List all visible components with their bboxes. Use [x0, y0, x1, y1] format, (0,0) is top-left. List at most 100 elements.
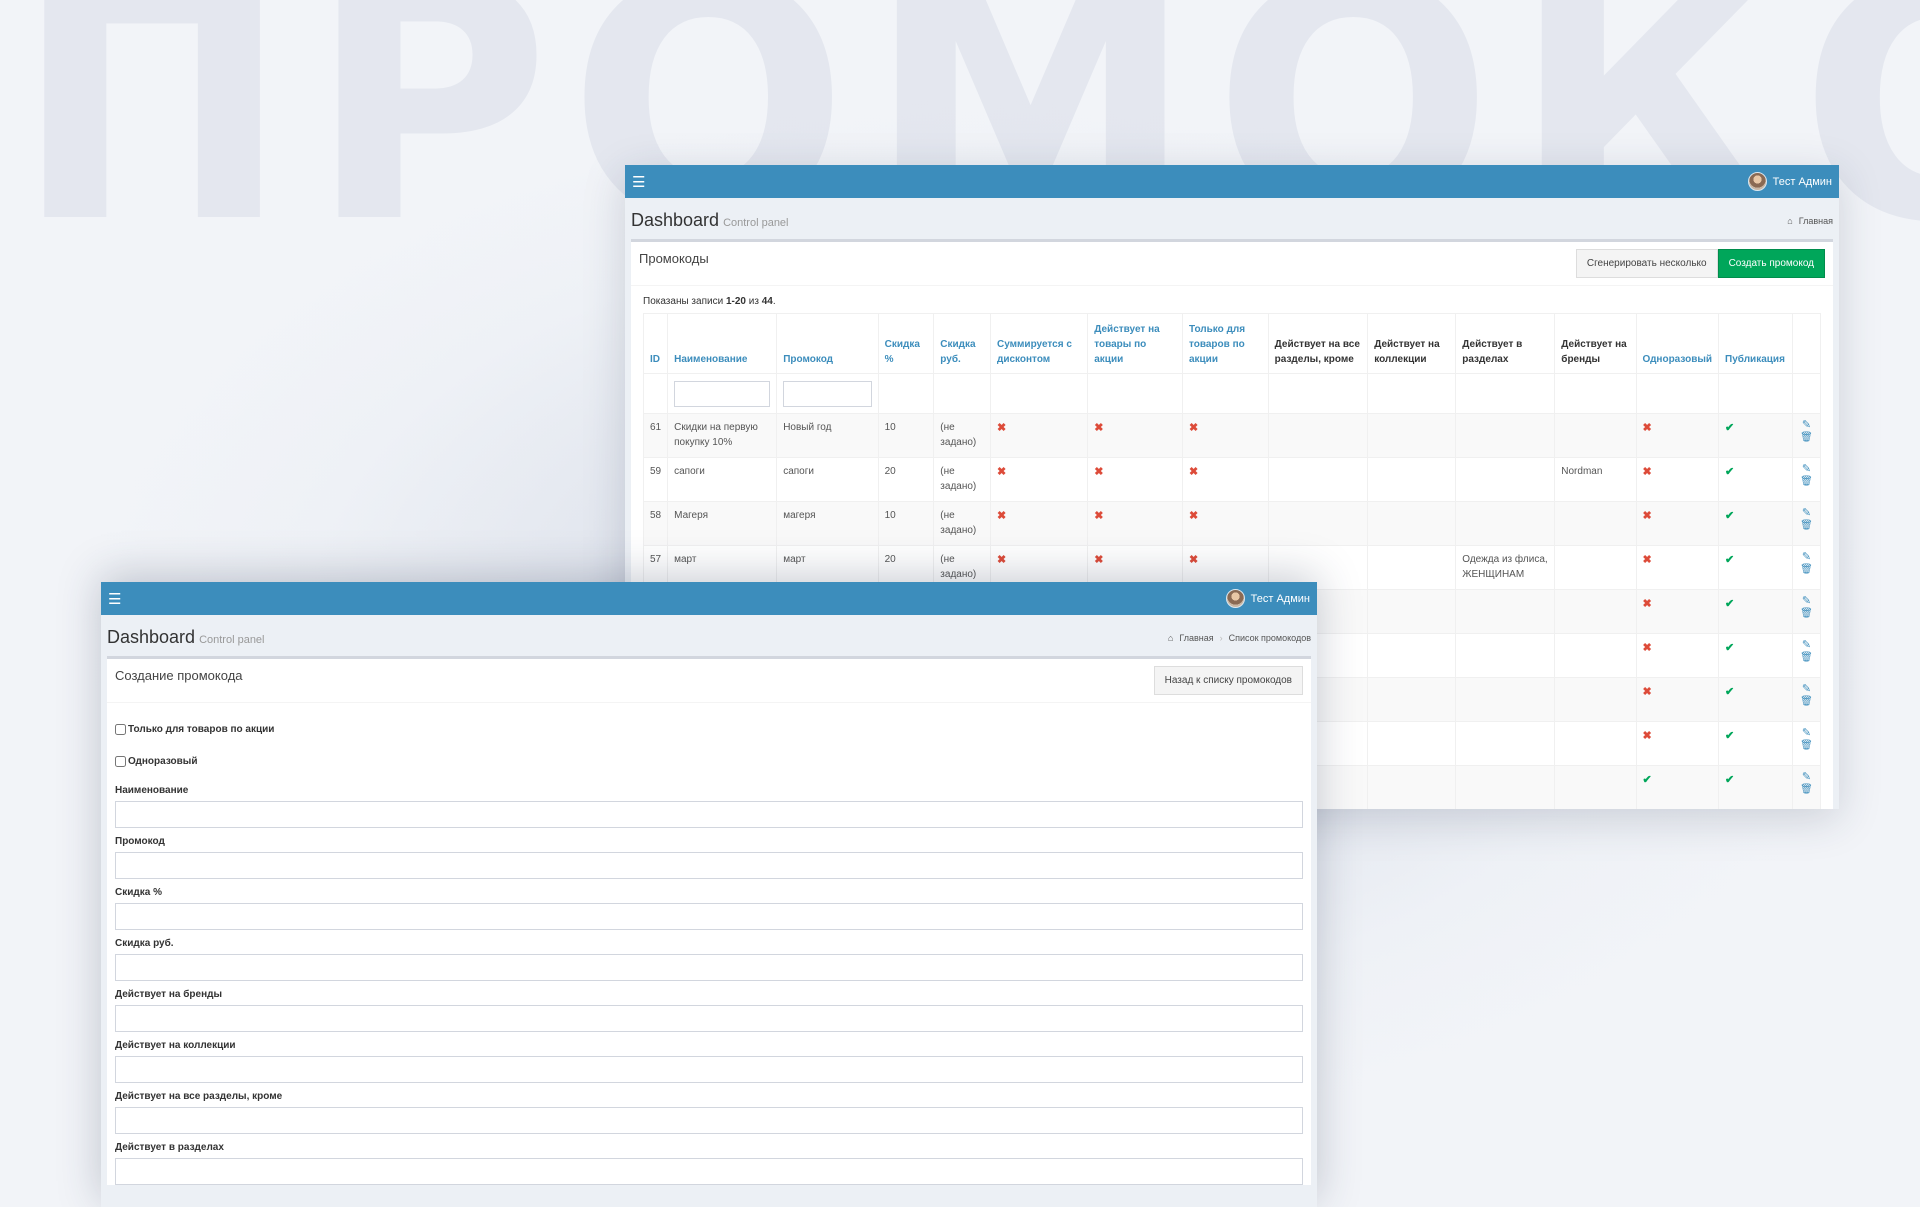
except-sections-field[interactable] — [115, 1107, 1303, 1134]
cell-id: 61 — [642, 413, 669, 458]
create-promo-button[interactable]: Создать промокод — [1717, 249, 1825, 278]
cell-sum: ✖ — [989, 413, 1089, 458]
cell-rub: (не задано) — [933, 501, 991, 546]
cell-code: сапоги — [776, 457, 879, 502]
col-only-promo[interactable]: Только для товаров по акции — [1181, 313, 1269, 374]
cell-actions: ✎ 🗑 — [1791, 501, 1822, 546]
only-promo-goods-checkbox-row: Только для товаров по акции — [115, 713, 1303, 745]
col-published[interactable]: Публикация — [1718, 313, 1793, 374]
discount-pct-field[interactable] — [115, 903, 1303, 930]
edit-icon[interactable]: ✎ — [1802, 772, 1811, 783]
cell-actions: ✎ 🗑 — [1791, 721, 1822, 766]
cross-icon: ✖ — [1188, 510, 1199, 522]
sections-field[interactable] — [115, 1158, 1303, 1185]
edit-icon[interactable]: ✎ — [1802, 552, 1811, 563]
delete-icon[interactable]: 🗑 — [1800, 477, 1813, 487]
edit-icon[interactable]: ✎ — [1802, 728, 1811, 739]
cell-promo: ✖ — [1087, 457, 1183, 502]
cell-actions: ✎ 🗑 — [1791, 633, 1822, 678]
only-promo-goods-checkbox[interactable] — [115, 723, 126, 735]
cell-except — [1267, 457, 1369, 502]
breadcrumb-promo-list[interactable]: Список промокодов — [1229, 633, 1311, 643]
cell-once: ✖ — [1635, 545, 1720, 590]
box-title: Создание промокода — [115, 668, 243, 683]
form-group-sections: Действует в разделах — [115, 1142, 1303, 1185]
col-summable[interactable]: Суммируется с дисконтом — [989, 313, 1089, 374]
cell-name: Скидки на первую покупку 10% — [667, 413, 778, 458]
col-one-time[interactable]: Одноразовый — [1635, 313, 1720, 374]
edit-icon[interactable]: ✎ — [1802, 464, 1811, 475]
cell-coll — [1367, 545, 1457, 590]
user-name: Тест Админ — [1772, 175, 1832, 188]
edit-icon[interactable]: ✎ — [1802, 420, 1811, 431]
menu-toggle-icon[interactable]: ☰ — [108, 590, 121, 608]
col-id[interactable]: ID — [642, 313, 669, 374]
form-group-code: Промокод — [115, 836, 1303, 879]
cell-coll — [1367, 633, 1457, 678]
delete-icon[interactable]: 🗑 — [1800, 741, 1813, 751]
cell-promo: ✖ — [1087, 413, 1183, 458]
filter-code-input[interactable] — [783, 380, 872, 407]
edit-icon[interactable]: ✎ — [1802, 640, 1811, 651]
cell-actions: ✎ 🗑 — [1791, 677, 1822, 722]
cell-sections — [1455, 677, 1556, 722]
discount-rub-field[interactable] — [115, 954, 1303, 981]
field-label: Промокод — [115, 836, 165, 847]
delete-icon[interactable]: 🗑 — [1800, 785, 1813, 795]
delete-icon[interactable]: 🗑 — [1800, 609, 1813, 619]
cell-actions: ✎ 🗑 — [1791, 545, 1822, 590]
cross-icon: ✖ — [1642, 686, 1652, 698]
check-icon: ✔ — [1642, 774, 1652, 786]
cell-id: 58 — [642, 501, 669, 546]
form-group-name: Наименование — [115, 785, 1303, 828]
delete-icon[interactable]: 🗑 — [1800, 653, 1813, 663]
edit-icon[interactable]: ✎ — [1802, 508, 1811, 519]
back-to-list-button[interactable]: Назад к списку промокодов — [1153, 666, 1303, 695]
col-actions — [1791, 313, 1822, 374]
cell-once: ✖ — [1635, 457, 1720, 502]
col-name[interactable]: Наименование — [667, 313, 778, 374]
cross-icon: ✖ — [1094, 554, 1104, 566]
cell-coll — [1367, 457, 1457, 502]
breadcrumb-home[interactable]: Главная — [1799, 216, 1833, 226]
generate-multiple-button[interactable]: Сгенерировать несколько — [1575, 249, 1718, 278]
cell-brands — [1554, 677, 1637, 722]
collections-field[interactable] — [115, 1056, 1303, 1083]
edit-icon[interactable]: ✎ — [1802, 684, 1811, 695]
name-field[interactable] — [115, 801, 1303, 828]
box-header: Создание промокода Назад к списку промок… — [107, 659, 1311, 703]
col-promo-goods[interactable]: Действует на товары по акции — [1087, 313, 1183, 374]
avatar — [1747, 172, 1767, 191]
user-menu[interactable]: Тест Админ — [1225, 589, 1310, 608]
col-discount-pct[interactable]: Скидка % — [877, 313, 935, 374]
cross-icon: ✖ — [996, 466, 1007, 478]
check-icon: ✔ — [1725, 422, 1735, 434]
edit-icon[interactable]: ✎ — [1802, 596, 1811, 607]
brands-field[interactable] — [115, 1005, 1303, 1032]
records-summary: Показаны записи 1-20 из 44. — [643, 296, 776, 307]
form-group-brands: Действует на бренды — [115, 989, 1303, 1032]
cell-brands — [1554, 545, 1637, 590]
user-menu[interactable]: Тест Админ — [1747, 172, 1832, 191]
delete-icon[interactable]: 🗑 — [1800, 521, 1813, 531]
page-title: Dashboard Control panel — [107, 627, 265, 647]
delete-icon[interactable]: 🗑 — [1800, 433, 1813, 443]
top-navbar: ☰ Тест Админ — [101, 582, 1317, 615]
promo-create-box: Создание промокода Назад к списку промок… — [107, 656, 1311, 1185]
filter-name-input[interactable] — [674, 380, 771, 407]
delete-icon[interactable]: 🗑 — [1800, 697, 1813, 707]
cell-brands — [1554, 765, 1637, 809]
check-icon: ✔ — [1725, 730, 1735, 742]
breadcrumb-home[interactable]: Главная — [1179, 633, 1213, 643]
one-time-checkbox[interactable] — [115, 755, 126, 767]
col-code[interactable]: Промокод — [776, 313, 879, 374]
promo-code-field[interactable] — [115, 852, 1303, 879]
cell-except — [1267, 501, 1369, 546]
delete-icon[interactable]: 🗑 — [1800, 565, 1813, 575]
cell-pct: 10 — [877, 413, 935, 458]
user-name: Тест Админ — [1250, 592, 1310, 605]
cell-name: сапоги — [667, 457, 778, 502]
cell-code: Новый год — [776, 413, 879, 458]
col-discount-rub[interactable]: Скидка руб. — [933, 313, 991, 374]
menu-toggle-icon[interactable]: ☰ — [632, 173, 645, 191]
